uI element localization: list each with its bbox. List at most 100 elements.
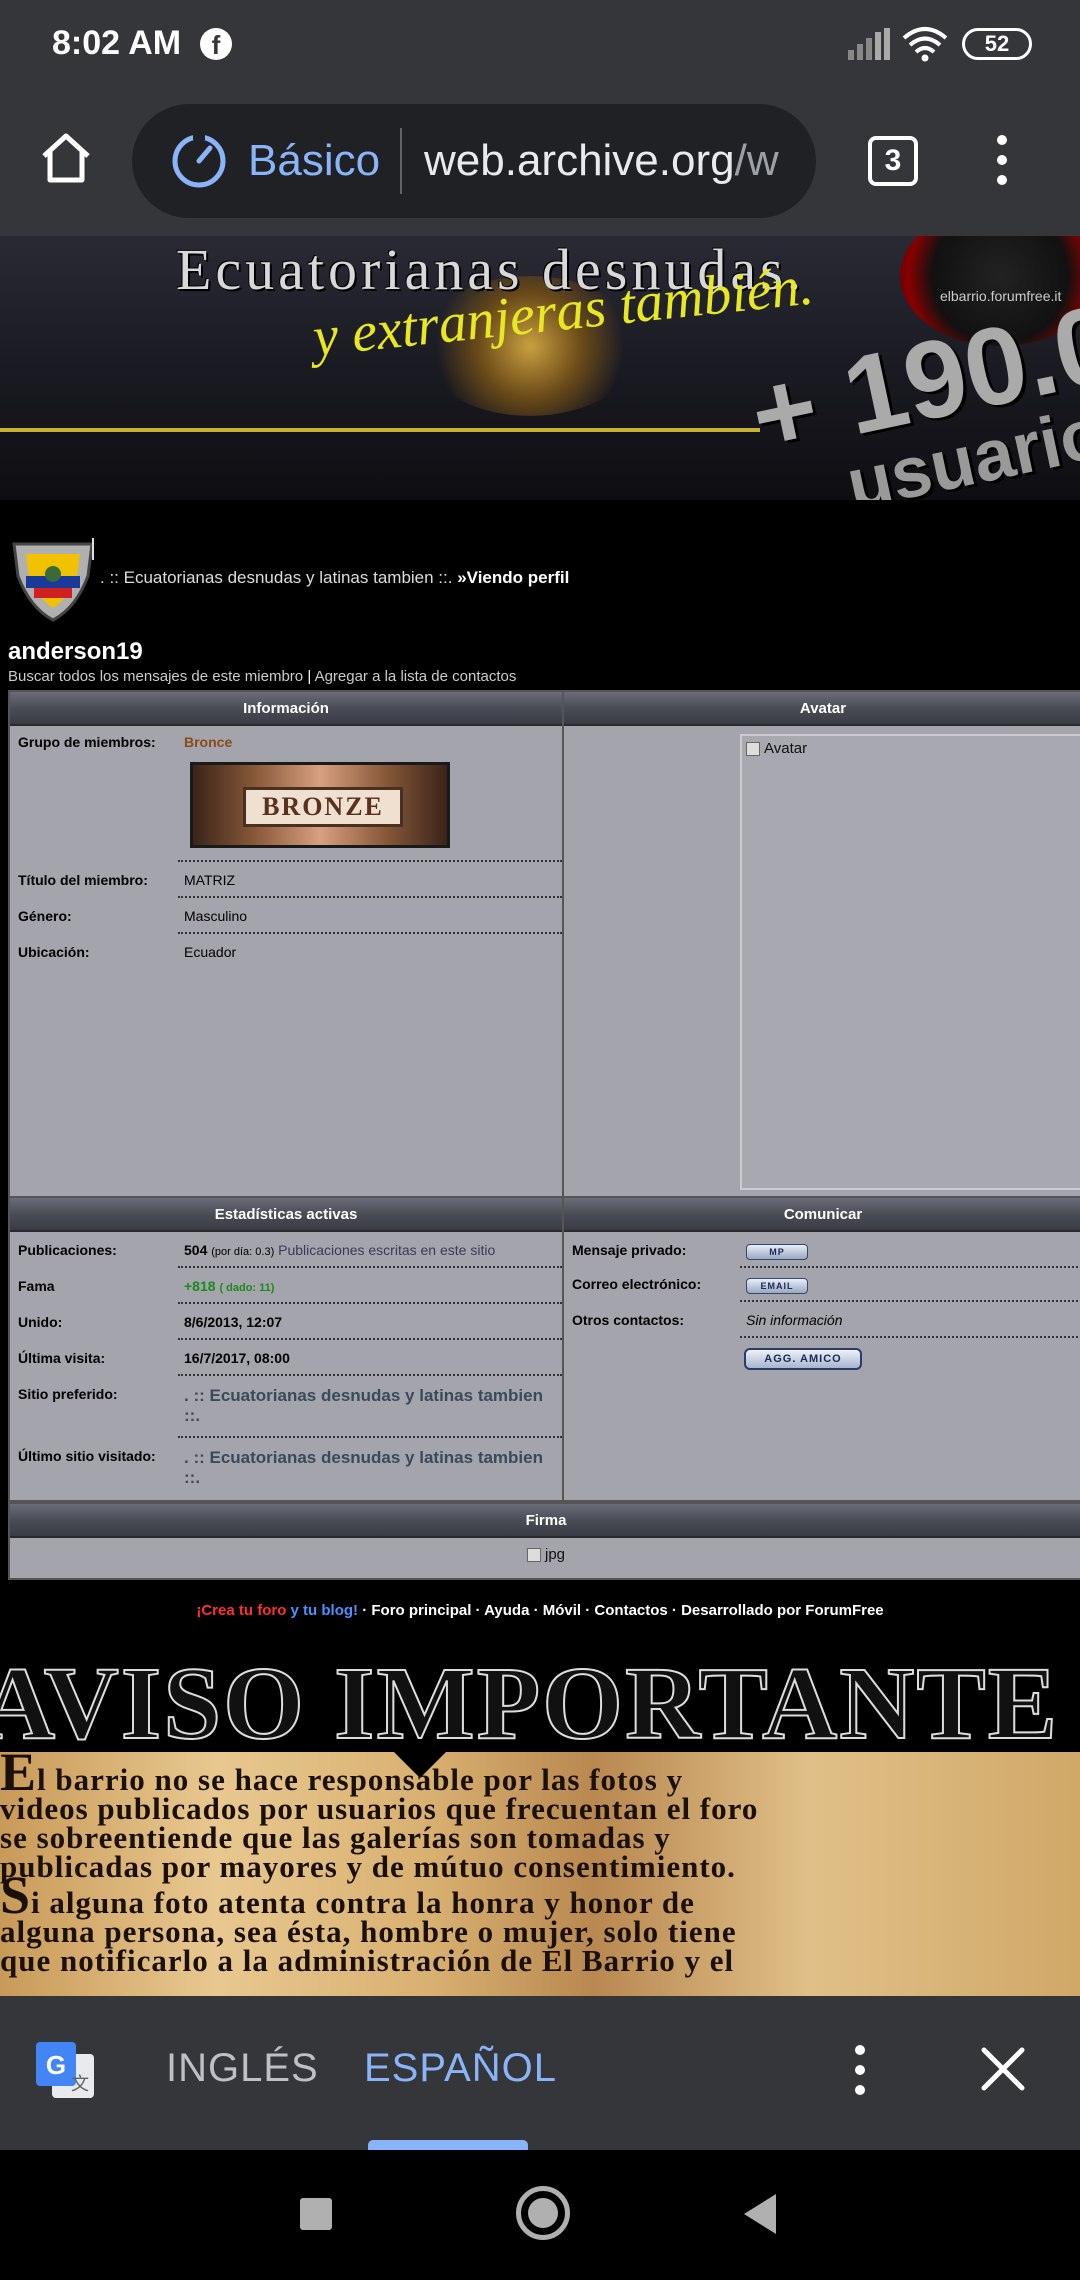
translate-options-icon[interactable] [848,2040,872,2100]
last-site-label: Último sitio visitado: [18,1448,156,1464]
contact-panel-heading: Comunicar [564,1198,1080,1232]
joined-value: 8/6/2013, 12:07 [184,1314,283,1330]
stats-panel-heading: Estadísticas activas [10,1198,562,1232]
posts-link[interactable]: Publicaciones escritas en este sitio [278,1242,495,1258]
target-language-tab[interactable]: ESPAÑOL [364,2046,557,2091]
close-icon[interactable] [980,2046,1026,2092]
title-label: Título del miembro: [18,872,148,888]
forum-banner[interactable]: Ecuatorianas desnudas. y extranjeras tam… [0,236,1080,500]
other-contacts-label: Otros contactos: [572,1312,685,1328]
location-label: Ubicación: [18,944,90,960]
home-button[interactable] [516,2186,570,2240]
notice-heading: AVISO IMPORTANTE [0,1645,1060,1762]
email-button[interactable]: EMAIL [746,1278,808,1294]
joined-label: Unido: [18,1314,63,1330]
source-language-tab[interactable]: INGLÉS [166,2046,319,2091]
title-value: MATRIZ [184,872,236,888]
divider [178,1374,562,1376]
bronze-badge-text: BRONZE [243,787,403,827]
divider [178,1266,562,1268]
last-visit-value: 16/7/2017, 08:00 [184,1350,290,1366]
last-visit-label: Última visita: [18,1350,106,1366]
create-blog-link[interactable]: y tu blog! [291,1602,359,1619]
other-contacts-value: Sin información [746,1312,843,1328]
add-friend-button[interactable]: AGG. AMICO [744,1348,862,1370]
divider [740,1336,1080,1338]
banner-line [0,428,760,432]
stats-panel: Estadísticas activas Publicaciones: 504 … [8,1196,564,1502]
footer-links: ¡Crea tu foro y tu blog! · Foro principa… [0,1602,1080,1619]
selected-language-indicator [368,2140,528,2150]
gender-value: Masculino [184,908,248,924]
fame-value: +818 [184,1278,216,1294]
notice-line: El barrio no se hace responsable por las… [0,1745,1080,1799]
back-button[interactable] [744,2194,776,2234]
divider [178,1338,562,1340]
notice-text: El barrio no se hace responsable por las… [0,1745,1080,1978]
wifi-icon [902,27,948,62]
lite-mode-label: Básico [248,136,381,185]
search-posts-link[interactable]: Buscar todos los mensajes de este miembr… [8,668,303,685]
create-forum-link[interactable]: ¡Crea tu foro [196,1602,286,1619]
facebook-icon: f [200,28,232,60]
add-contact-link[interactable]: Agregar a la lista de contactos [315,668,517,685]
divider [178,896,562,898]
pm-label: Mensaje privado: [572,1242,687,1258]
breadcrumb-forum-link[interactable]: . :: Ecuatorianas desnudas y latinas tam… [100,568,452,587]
location-value: Ecuador [184,944,237,960]
home-icon[interactable] [38,130,94,186]
recents-button[interactable] [300,2198,332,2230]
info-panel-heading: Información [10,692,562,726]
status-time: 8:02 AM [52,24,182,62]
avatar-panel-heading: Avatar [564,692,1080,726]
email-label: Correo electrónico: [572,1276,702,1292]
browser-toolbar: Básico web.archive.org/w 3 [0,90,1080,236]
profile-username: anderson19 [8,638,143,665]
add-friend-wrap: AGG. AMICO [744,1348,862,1370]
contact-panel: Comunicar Mensaje privado: MP Correo ele… [562,1196,1080,1502]
notice-image: AVISO IMPORTANTE El barrio no se hace re… [0,1644,1080,1996]
pm-button[interactable]: MP [746,1244,808,1260]
signature-panel: Firma jpg [8,1502,1080,1580]
lite-mode-icon [172,132,226,188]
url-text[interactable]: web.archive.org/w [424,136,792,186]
address-separator [400,128,402,194]
signal-icon [848,28,890,60]
system-nav-bar [0,2150,1080,2280]
tab-switcher-button[interactable]: 3 [868,136,918,186]
divider [178,1302,562,1304]
info-panel: Información Grupo de miembros: Bronce BR… [8,690,564,1198]
link-separator: | [307,668,312,685]
google-translate-icon[interactable]: G 文 [34,2040,96,2102]
posts-values: 504 (por día: 0.3) Publicaciones escrita… [184,1242,495,1258]
notice-line: que notificarlo a la administración de E… [0,1943,735,1978]
avatar-broken-image: Avatar [746,740,1078,757]
notice-line: se sobreentiende que las galerías son to… [0,1820,671,1855]
avatar-alt-text: Avatar [764,740,808,757]
last-site-link[interactable]: . :: Ecuatorianas desnudas y latinas tam… [184,1448,554,1488]
svg-text:G: G [46,2050,66,2080]
notice-line: publicadas por mayores y de mútuo consen… [0,1849,736,1884]
avatar-image: Avatar [740,734,1080,1190]
bronze-rank-badge: BRONZE [190,762,450,848]
divider [178,1436,562,1438]
breadcrumb: . :: Ecuatorianas desnudas y latinas tam… [100,568,569,588]
divider [740,1300,1080,1302]
ecuador-shield-icon[interactable] [6,536,100,624]
address-bar[interactable]: Básico web.archive.org/w [132,104,816,218]
group-label: Grupo de miembros: [18,734,156,750]
broken-image-icon [746,741,760,756]
battery-indicator: 52 [962,28,1032,60]
signature-panel-heading: Firma [10,1504,1080,1538]
notice-line: Si alguna foto atenta contra la honra y … [0,1868,1080,1922]
divider [178,860,562,862]
fav-site-link[interactable]: . :: Ecuatorianas desnudas y latinas tam… [184,1386,554,1426]
overflow-menu-icon[interactable] [990,130,1014,190]
profile-links: Buscar todos los mensajes de este miembr… [8,668,516,685]
translate-bar: G 文 INGLÉS ESPAÑOL [0,1996,1080,2150]
broken-image-icon [526,1547,541,1562]
footer-nav-links[interactable]: · Foro principal · Ayuda · Móvil · Conta… [362,1602,883,1619]
status-bar: 8:02 AM f 52 [0,0,1080,90]
url-host: web.archive.org [424,136,735,185]
signature-broken-image: jpg [10,1546,1080,1563]
